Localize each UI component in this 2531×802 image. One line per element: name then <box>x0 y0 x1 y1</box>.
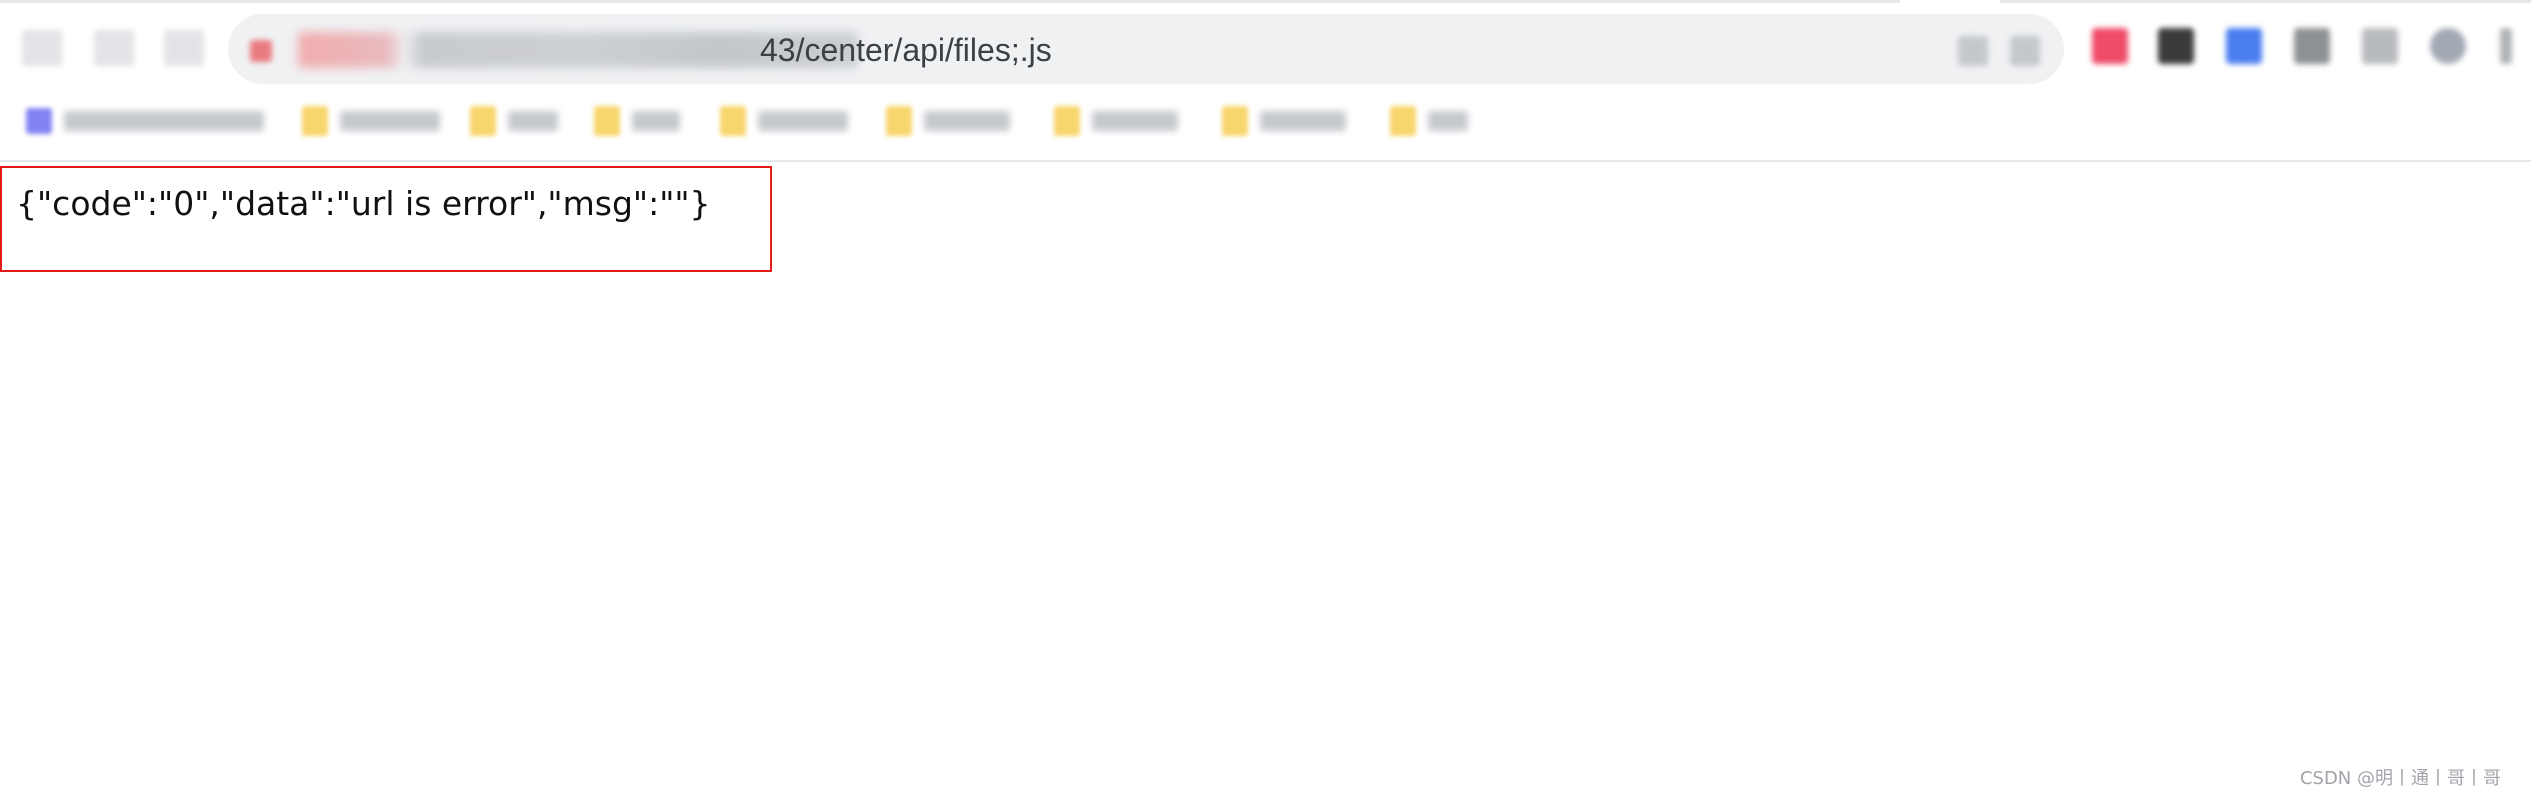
bookmark-folder[interactable] <box>1054 102 1178 140</box>
back-icon[interactable] <box>22 30 62 66</box>
folder-icon <box>720 106 746 136</box>
bookmark-label-redacted <box>924 111 1010 131</box>
bookmark-label-redacted <box>64 111 264 131</box>
bookmark-folder[interactable] <box>886 102 1010 140</box>
bookmark-star-icon[interactable] <box>2010 36 2040 66</box>
extension-icon[interactable] <box>2294 28 2330 64</box>
folder-icon <box>1222 106 1248 136</box>
bookmark-label-redacted <box>632 111 680 131</box>
translate-icon[interactable] <box>1958 36 1988 66</box>
profile-avatar[interactable] <box>2430 28 2466 64</box>
bookmark-folder[interactable] <box>594 102 680 140</box>
bookmark-item[interactable] <box>26 102 264 140</box>
folder-icon <box>886 106 912 136</box>
address-bar[interactable]: 43/center/api/files;.js <box>228 14 2064 84</box>
bookmark-folder[interactable] <box>302 102 440 140</box>
forward-icon[interactable] <box>94 30 134 66</box>
bookmark-folder[interactable] <box>1390 102 1468 140</box>
menu-icon[interactable] <box>2500 28 2512 64</box>
tab-strip <box>0 0 2531 3</box>
extension-icon[interactable] <box>2226 28 2262 64</box>
folder-icon <box>1054 106 1080 136</box>
extension-icon[interactable] <box>2158 28 2194 64</box>
folder-icon <box>1390 106 1416 136</box>
bookmark-folder[interactable] <box>1222 102 1346 140</box>
watermark: CSDN @明丨通丨哥丨哥 <box>2299 768 2501 789</box>
bookmark-label-redacted <box>1260 111 1346 131</box>
reload-icon[interactable] <box>164 30 204 66</box>
browser-window: 43/center/api/files;.js {"code":"0","dat… <box>0 0 2531 802</box>
json-response: {"code":"0","data":"url is error","msg":… <box>16 184 711 223</box>
url-path: 43/center/api/files;.js <box>760 32 1052 68</box>
extensions-puzzle-icon[interactable] <box>2362 28 2398 64</box>
folder-icon <box>470 106 496 136</box>
bookmark-label-redacted <box>1428 111 1468 131</box>
browser-toolbar: 43/center/api/files;.js <box>0 0 2531 162</box>
bookmark-label-redacted <box>758 111 848 131</box>
bookmark-favicon <box>26 108 52 134</box>
bookmark-folder[interactable] <box>470 102 558 140</box>
folder-icon <box>302 106 328 136</box>
bookmark-label-redacted <box>1092 111 1178 131</box>
lock-icon[interactable] <box>250 40 272 62</box>
extension-icon[interactable] <box>2092 28 2128 64</box>
bookmark-folder[interactable] <box>720 102 848 140</box>
bookmark-label-redacted <box>508 111 558 131</box>
folder-icon <box>594 106 620 136</box>
bookmark-label-redacted <box>340 111 440 131</box>
